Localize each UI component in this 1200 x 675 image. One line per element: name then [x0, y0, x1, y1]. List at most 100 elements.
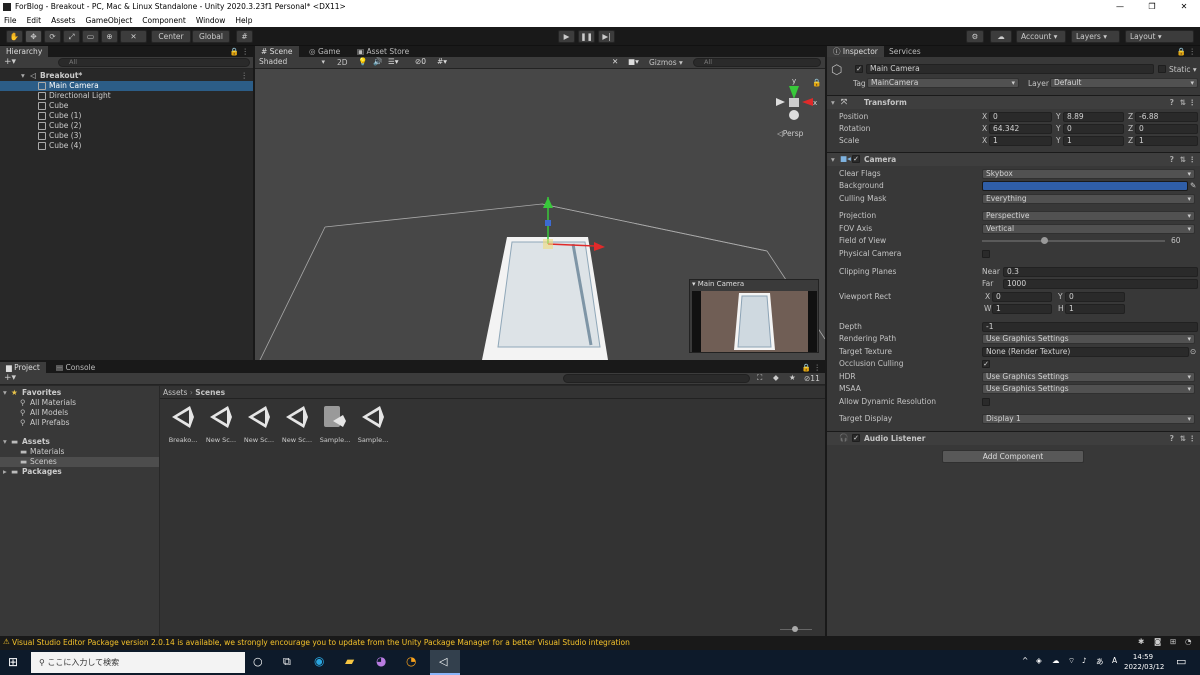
persp-label[interactable]: ◁Persp	[777, 129, 803, 138]
foldout-arrow-icon[interactable]: ▾	[831, 98, 835, 107]
scale-z-field[interactable]: 1	[1135, 136, 1198, 146]
transform-tool-icon[interactable]: ⊕	[101, 30, 118, 43]
scale-tool-icon[interactable]: ⤢	[63, 30, 80, 43]
custom-tool-icon[interactable]: ✕	[120, 30, 147, 43]
scene-lock-icon[interactable]: 🔒	[812, 78, 821, 87]
background-color-field[interactable]	[982, 181, 1188, 191]
fov-slider-track[interactable]	[982, 240, 1165, 242]
expand-arrow-icon[interactable]: ▸	[3, 467, 7, 477]
inspector-menu-icon[interactable]: ⋮	[1189, 47, 1197, 56]
component-menu-icon[interactable]: ⋮	[1189, 155, 1197, 164]
occlusion-checkbox[interactable]: ✓	[982, 360, 990, 368]
chrome-icon[interactable]: ◔	[406, 654, 416, 668]
rotate-tool-icon[interactable]: ⟳	[44, 30, 61, 43]
asset-folder-item[interactable]: ▬ Materials	[0, 447, 159, 457]
lighting-icon[interactable]: 💡	[358, 57, 367, 66]
foldout-arrow-icon[interactable]: ▾	[831, 155, 835, 164]
wifi-icon[interactable]: ⌔	[1068, 656, 1075, 666]
culling-mask-dropdown[interactable]: Everything	[982, 194, 1195, 204]
task-view-icon[interactable]: ⧉	[283, 655, 291, 669]
target-texture-field[interactable]: None (Render Texture)	[982, 347, 1189, 357]
tools-icon[interactable]: ✕	[612, 57, 618, 66]
layer-dropdown[interactable]: Default	[1050, 78, 1198, 88]
layers-dropdown[interactable]: Layers ▾	[1071, 30, 1120, 43]
pause-button[interactable]: ❚❚	[578, 30, 595, 43]
depth-field[interactable]: -1	[982, 322, 1198, 332]
audio-icon[interactable]: 🔊	[373, 57, 382, 66]
tab-services[interactable]: Services	[883, 46, 927, 57]
assets-folder-row[interactable]: ▾ ▬ Assets	[0, 437, 159, 447]
taskbar-search-input[interactable]: ⚲ ここに入力して検索	[31, 652, 245, 673]
help-icon[interactable]: ?	[1170, 98, 1174, 107]
static-dropdown[interactable]: Static ▾	[1169, 65, 1197, 74]
component-menu-icon[interactable]: ⋮	[1189, 434, 1197, 443]
fov-value[interactable]: 60	[1171, 236, 1181, 245]
eyedropper-icon[interactable]: ✎	[1190, 181, 1196, 190]
tray-app-icon[interactable]: ◈	[1036, 656, 1042, 665]
tray-chevron-icon[interactable]: ^	[1022, 656, 1028, 665]
object-name-input[interactable]: Main Camera	[866, 64, 1154, 74]
scene-row[interactable]: ▾ ◁ Breakout* ⋮	[0, 71, 253, 81]
audio-listener-header[interactable]: 🎧 ✓ Audio Listener ? ⇅ ⋮	[827, 431, 1200, 445]
hidden-objects-icon[interactable]: ⊘0	[415, 57, 426, 66]
active-checkbox[interactable]: ✓	[855, 65, 863, 73]
tab-asset-store[interactable]: ▣ Asset Store	[351, 46, 415, 57]
favorite-item[interactable]: ⚲ All Materials	[0, 398, 159, 408]
cache-icon[interactable]: ◙	[1154, 637, 1161, 646]
packages-folder-row[interactable]: ▸ ▬ Packages	[0, 467, 159, 477]
effects-icon[interactable]: ☰▾	[388, 57, 399, 66]
menu-assets[interactable]: Assets	[51, 14, 75, 27]
clear-flags-dropdown[interactable]: Skybox	[982, 169, 1195, 179]
rotation-y-field[interactable]: 0	[1063, 124, 1124, 134]
collab-icon[interactable]: ⚙	[966, 30, 984, 43]
help-icon[interactable]: ?	[1170, 434, 1174, 443]
maximize-button[interactable]: ❐	[1136, 0, 1168, 14]
file-explorer-icon[interactable]: ▰	[345, 654, 354, 668]
breadcrumb-scenes[interactable]: Scenes	[195, 388, 225, 397]
near-field[interactable]: 0.3	[1003, 267, 1198, 277]
msaa-dropdown[interactable]: Use Graphics Settings	[982, 384, 1195, 394]
menu-window[interactable]: Window	[196, 14, 226, 27]
project-menu-icon[interactable]: ⋮	[814, 363, 822, 372]
scene-asset[interactable]: New Sc...	[203, 404, 239, 444]
rotation-x-field[interactable]: 64.342	[989, 124, 1052, 134]
tab-game[interactable]: ◎ Game	[303, 46, 346, 57]
snap-grid-icon[interactable]: #	[236, 30, 253, 43]
projection-dropdown[interactable]: Perspective	[982, 211, 1195, 221]
network-icon[interactable]: ⊞	[1170, 637, 1176, 646]
create-plus-icon[interactable]: +▾	[4, 57, 16, 67]
ime-mode[interactable]: A	[1112, 656, 1117, 665]
scene-asset[interactable]: Breako...	[165, 404, 201, 444]
viewport-w-field[interactable]: 1	[992, 304, 1052, 314]
asset-folder-item[interactable]: ▬ Scenes	[0, 457, 159, 467]
scale-y-field[interactable]: 1	[1063, 136, 1124, 146]
menu-edit[interactable]: Edit	[27, 14, 42, 27]
tab-inspector[interactable]: ⓘ Inspector	[827, 46, 884, 57]
grid-icon[interactable]: #▾	[437, 57, 447, 66]
hierarchy-item[interactable]: Cube (2)	[0, 121, 253, 131]
edge-icon[interactable]: ◉	[314, 654, 324, 668]
preset-icon[interactable]: ⇅	[1180, 155, 1186, 164]
search-type-icon[interactable]: ⛶	[757, 373, 762, 383]
fov-slider-thumb[interactable]	[1041, 237, 1049, 244]
chrome-profile-icon[interactable]: ◕	[376, 654, 386, 668]
expand-arrow-icon[interactable]: ▾	[3, 388, 7, 398]
object-picker-icon[interactable]: ⊙	[1190, 347, 1196, 356]
transform-header[interactable]: ▾ ⤧ Transform ? ⇅ ⋮	[827, 95, 1200, 109]
scene-menu-icon[interactable]: ⋮	[241, 71, 249, 81]
cortana-icon[interactable]: ○	[253, 655, 263, 668]
hierarchy-item[interactable]: Cube (3)	[0, 131, 253, 141]
layout-dropdown[interactable]: Layout ▾	[1125, 30, 1194, 43]
rotation-z-field[interactable]: 0	[1135, 124, 1198, 134]
bug-icon[interactable]: ✱	[1138, 637, 1144, 646]
physical-camera-checkbox[interactable]	[982, 250, 990, 258]
search-label-icon[interactable]: ◆	[773, 373, 779, 382]
camera-gizmo-icon[interactable]	[543, 239, 553, 249]
sample-folder-asset[interactable]: Sample...	[317, 404, 353, 444]
tag-dropdown[interactable]: MainCamera	[867, 78, 1019, 88]
hierarchy-item[interactable]: Cube (4)	[0, 141, 253, 151]
minimize-button[interactable]: —	[1104, 0, 1136, 14]
expand-arrow-icon[interactable]: ▾	[21, 71, 25, 81]
onedrive-icon[interactable]: ☁	[1052, 656, 1060, 665]
volume-icon[interactable]: ♪	[1082, 656, 1087, 665]
